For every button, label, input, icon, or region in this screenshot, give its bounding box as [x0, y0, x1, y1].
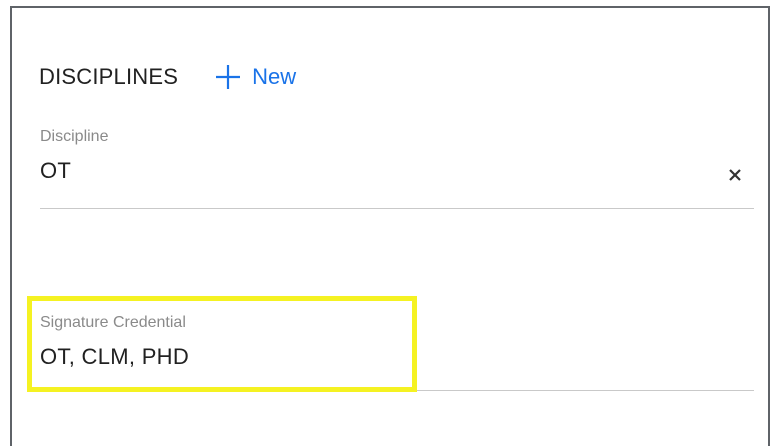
close-icon[interactable]: [728, 168, 742, 182]
signature-credential-value[interactable]: OT, CLM, PHD: [40, 344, 754, 370]
section-header: DISCIPLINES New: [39, 60, 296, 94]
new-discipline-button[interactable]: New: [214, 63, 296, 91]
discipline-label: Discipline: [40, 128, 109, 145]
signature-credential-label: Signature Credential: [40, 314, 186, 331]
discipline-field[interactable]: Discipline OT: [40, 128, 754, 209]
section-title: DISCIPLINES: [39, 64, 179, 89]
disciplines-panel: DISCIPLINES New Discipline OT Signature …: [10, 6, 770, 446]
plus-icon: [216, 65, 241, 89]
new-button-label: New: [252, 64, 297, 89]
signature-credential-field[interactable]: Signature Credential OT, CLM, PHD: [40, 314, 754, 391]
discipline-value[interactable]: OT: [40, 158, 754, 184]
